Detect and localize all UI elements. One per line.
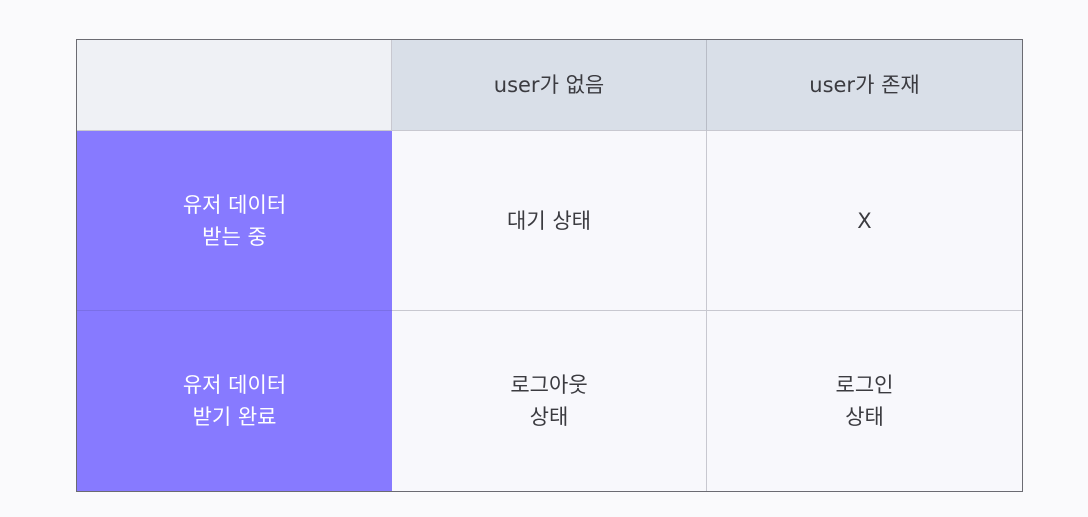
row-header-loaded: 유저 데이터 받기 완료 [77,311,392,491]
cell-text: X [857,208,872,233]
cell-loading-no-user: 대기 상태 [392,131,707,311]
row-header-line: 받기 완료 [192,405,277,429]
row-header-line: 받는 중 [202,224,267,249]
diagram-canvas: user가 없음 user가 존재 유저 데이터 받는 중 대기 상태 X 유저… [0,0,1088,517]
column-header-label: user가 없음 [493,73,605,97]
column-header-user-exists: user가 존재 [707,40,1022,131]
cell-loaded-no-user: 로그아웃 상태 [392,311,707,491]
row-header-loading: 유저 데이터 받는 중 [77,131,392,311]
cell-loaded-user-exists: 로그인 상태 [707,311,1022,491]
cell-text: 로그아웃 [510,373,588,397]
state-matrix-table: user가 없음 user가 존재 유저 데이터 받는 중 대기 상태 X 유저… [76,39,1023,492]
corner-cell [77,40,392,131]
cell-text: 상태 [529,405,569,429]
row-header-line: 유저 데이터 [182,373,287,397]
column-header-label: user가 존재 [809,73,920,97]
cell-loading-user-exists: X [707,131,1022,311]
row-header-line: 유저 데이터 [182,192,287,217]
cell-text: 상태 [845,405,884,429]
cell-text: 로그인 [835,373,894,397]
cell-text: 대기 상태 [507,208,591,233]
column-header-no-user: user가 없음 [392,40,707,131]
